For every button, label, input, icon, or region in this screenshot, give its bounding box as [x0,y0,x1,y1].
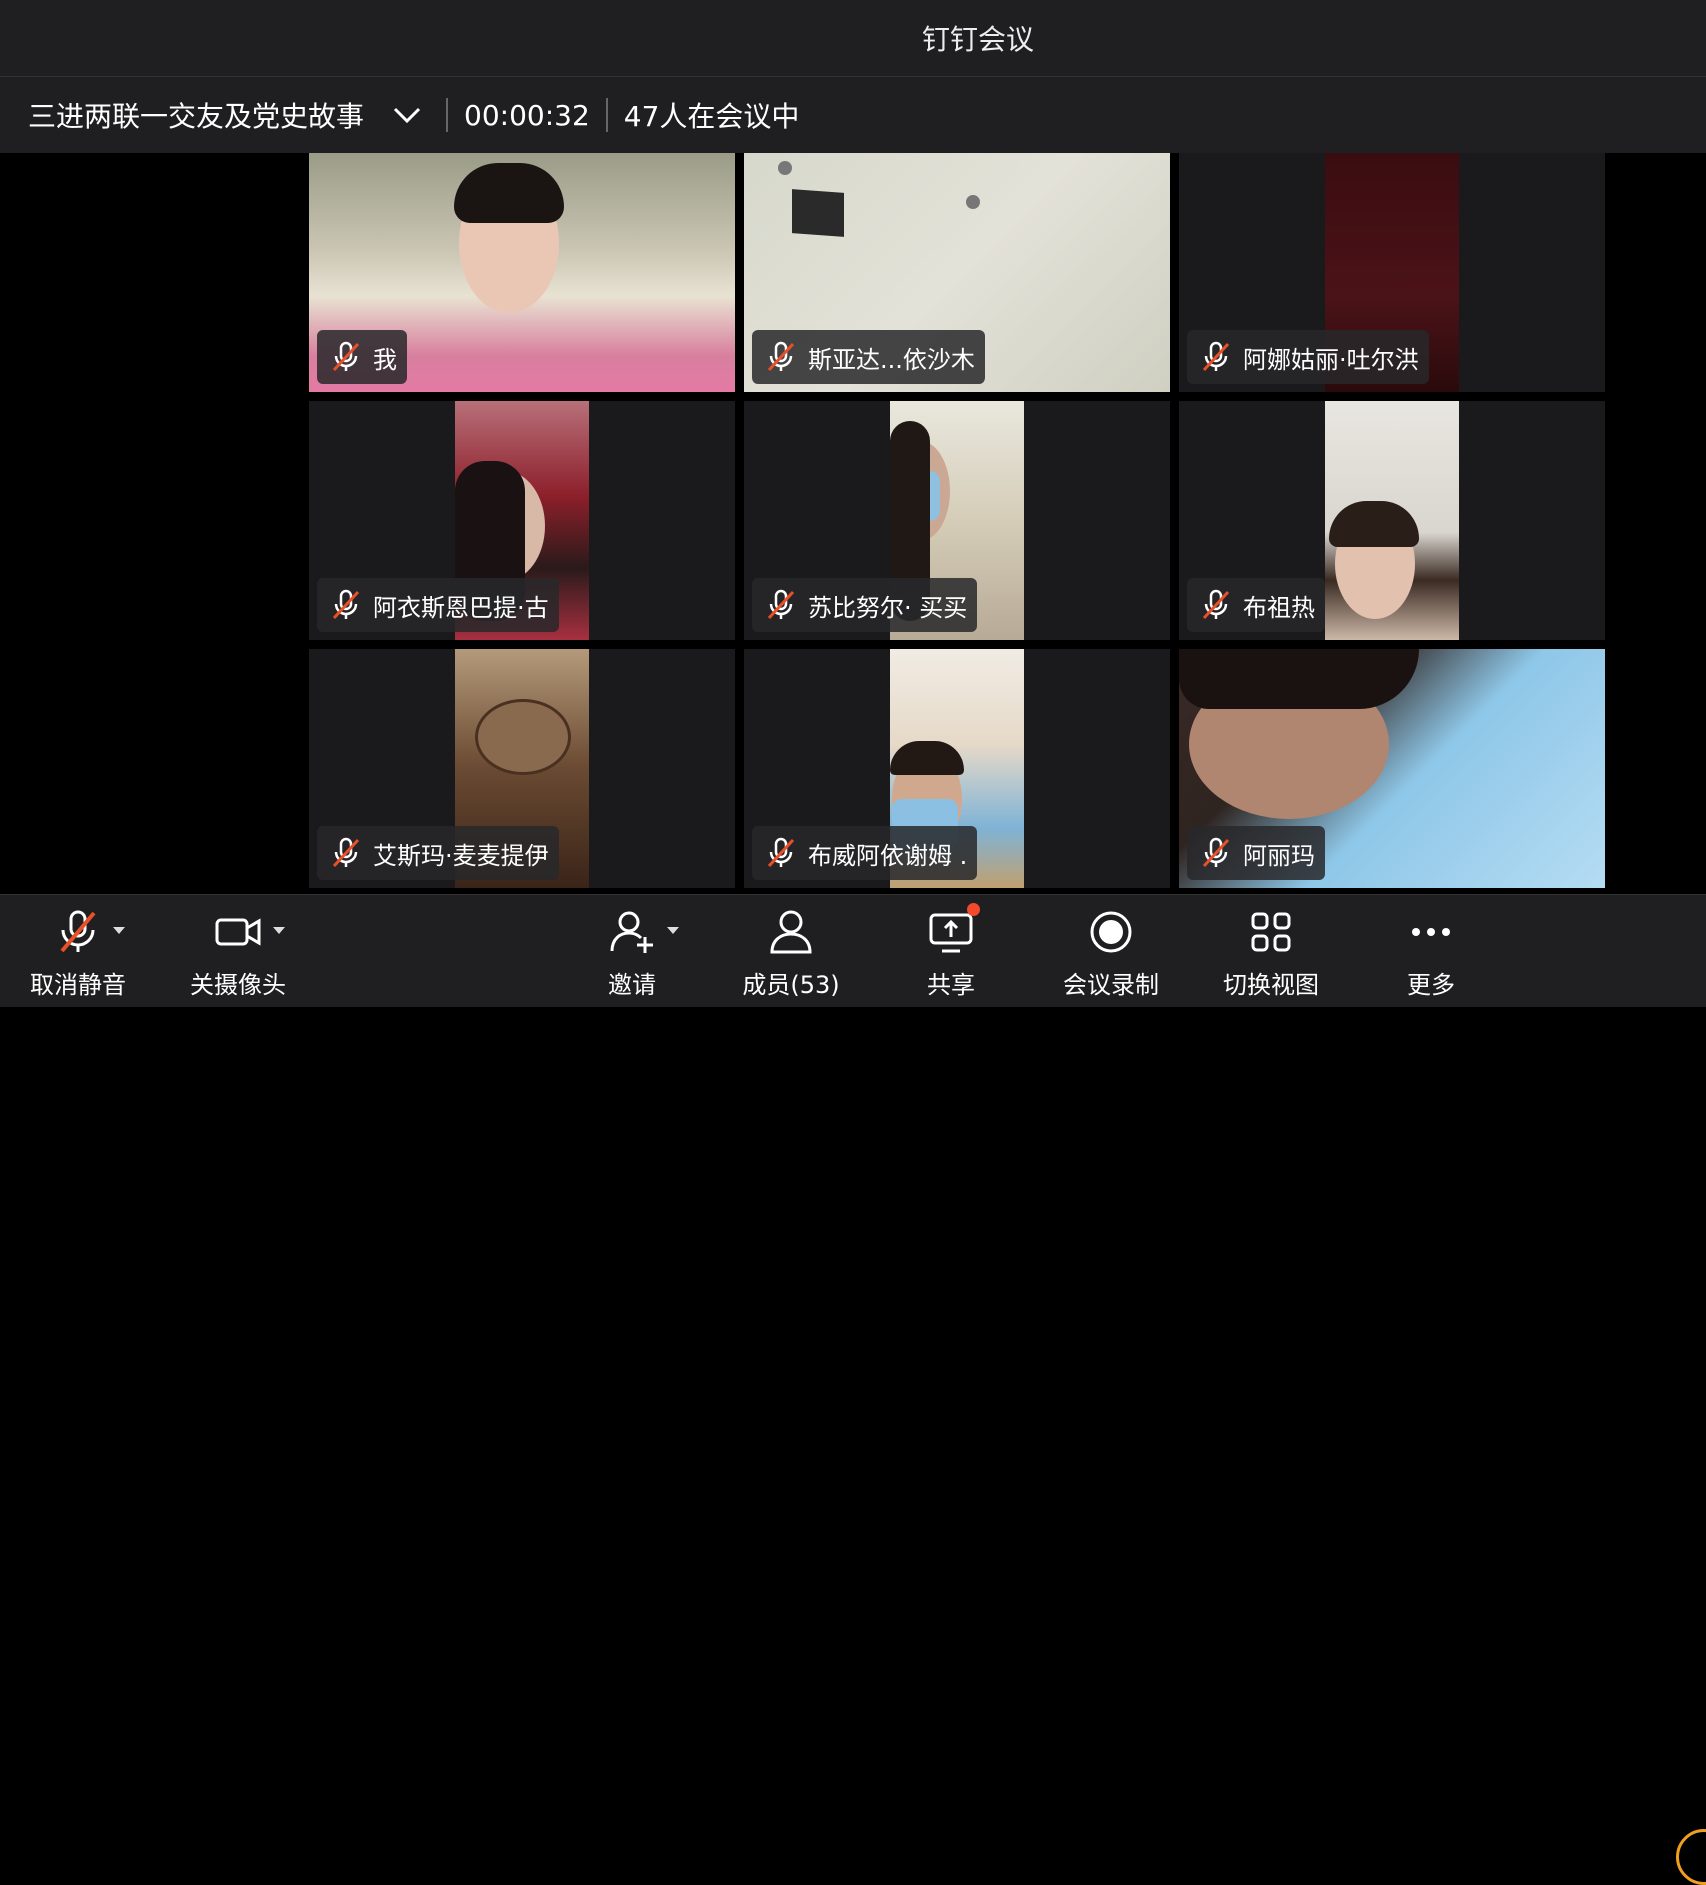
meeting-timer: 00:00:32 [464,98,590,132]
participant-name: 艾斯玛·麦麦提伊 [373,841,549,870]
more-button[interactable]: 更多 [1356,907,1506,1003]
floating-badge[interactable] [1676,1829,1706,1885]
mic-muted-icon [767,837,795,868]
mic-muted-icon [767,589,795,620]
unmute-label: 取消静音 [30,971,126,999]
invite-button[interactable]: 邀请 [557,907,707,1003]
participant-label: 苏比努尔· 买买 [752,578,978,632]
participant-label: 艾斯玛·麦麦提伊 [317,826,559,880]
participant-label: 阿衣斯恩巴提·古 [317,578,559,632]
video-tile[interactable]: 阿衣斯恩巴提·古 [309,401,735,640]
caret-down-icon[interactable] [667,927,679,934]
add-user-icon [610,911,653,953]
camera-icon [215,918,261,946]
share-button[interactable]: 共享 [876,903,1026,1003]
mic-muted-icon [1202,837,1230,868]
divider [446,98,449,132]
video-tile[interactable]: 布祖热 [1179,401,1605,640]
participant-label: 布祖热 [1187,578,1325,632]
window-title: 钉钉会议 [921,23,1034,56]
mic-muted-icon [1202,589,1230,620]
video-tile[interactable]: 斯亚达...依沙木 [744,153,1170,392]
mic-muted-icon [60,910,96,953]
video-tile[interactable]: 艾斯玛·麦麦提伊 [309,649,735,888]
share-label: 共享 [927,971,975,999]
notification-dot [967,903,980,916]
participant-label: 我 [317,330,407,384]
switch-view-button[interactable]: 切换视图 [1196,907,1346,1003]
meeting-info-bar: 三进两联一交友及党史故事 00:00:32 47人在会议中 [0,77,1706,153]
participant-name: 我 [373,345,397,374]
record-label: 会议录制 [1063,971,1159,999]
video-tile[interactable]: 阿娜姑丽·吐尔洪 [1179,153,1605,392]
mic-muted-icon [767,341,795,372]
caret-down-icon[interactable] [273,927,285,934]
participant-label: 布威阿依谢姆 . [752,826,978,880]
participant-video [1325,401,1459,640]
participant-name: 斯亚达...依沙木 [808,345,975,374]
record-button[interactable]: 会议录制 [1036,907,1186,1003]
participant-name: 苏比努尔· 买买 [808,593,968,622]
participant-name: 阿衣斯恩巴提·古 [373,593,549,622]
mic-muted-icon [332,837,360,868]
grid-view-icon [1251,912,1291,952]
members-label: 成员(53) [742,971,840,999]
participant-label: 阿丽玛 [1187,826,1325,880]
participant-name: 布威阿依谢姆 . [808,841,968,870]
chevron-down-icon[interactable] [392,98,426,132]
record-icon [1090,911,1132,953]
meeting-toolbar: 取消静音 关摄像头 邀请 成员(53) 共享 会议录制 切换视图 更多 [0,894,1706,1885]
camera-off-label: 关摄像头 [190,971,286,999]
mic-muted-icon [1202,341,1230,372]
participant-name: 阿丽玛 [1243,841,1315,870]
more-icon [1412,928,1450,936]
title-bar: 钉钉会议 [0,0,1706,77]
participant-label: 阿娜姑丽·吐尔洪 [1187,330,1429,384]
divider [605,98,608,132]
invite-label: 邀请 [608,971,656,999]
video-tile[interactable]: 我 [309,153,735,392]
switch-view-label: 切换视图 [1223,971,1319,999]
video-tile[interactable]: 苏比努尔· 买买 [744,401,1170,640]
more-label: 更多 [1407,971,1455,999]
participant-name: 阿娜姑丽·吐尔洪 [1243,345,1419,374]
members-button[interactable]: 成员(53) [716,907,866,1003]
members-icon [770,910,812,954]
caret-down-icon[interactable] [113,927,125,934]
video-grid: 我 斯亚达...依沙木 阿娜姑丽·吐尔洪 阿衣斯恩巴提·古 苏比努尔· 买买 布… [309,153,1607,890]
participant-label: 斯亚达...依沙木 [752,330,985,384]
mic-muted-icon [332,341,360,372]
participant-count[interactable]: 47人在会议中 [624,95,800,135]
meeting-name[interactable]: 三进两联一交友及党史故事 [28,95,364,135]
participant-name: 布祖热 [1243,593,1315,622]
mic-muted-icon [332,589,360,620]
camera-off-button[interactable]: 关摄像头 [163,907,313,1003]
video-tile[interactable]: 阿丽玛 [1179,649,1605,888]
unmute-button[interactable]: 取消静音 [3,907,153,1003]
video-tile[interactable]: 布威阿依谢姆 . [744,649,1170,888]
